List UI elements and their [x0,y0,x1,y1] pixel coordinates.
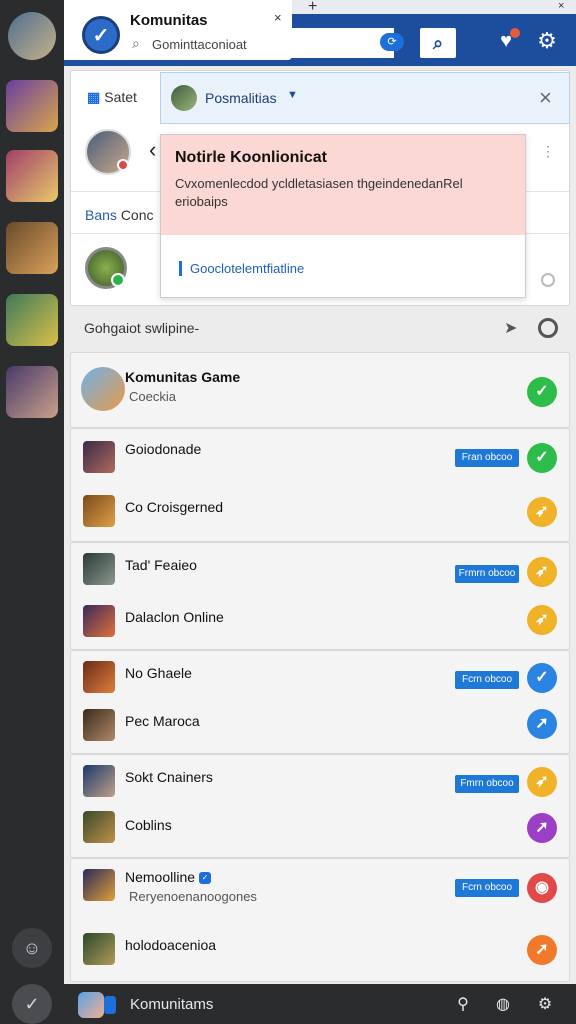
toggle-icon[interactable]: ⟳ [380,33,404,51]
status-icon[interactable]: ➚ [527,813,557,843]
notice-title: Notirle Koonlionicat [175,149,327,166]
list-item-icon [83,495,115,527]
bottom-badge [104,996,116,1014]
bans-label: Bans Conc [85,207,154,223]
new-tab-button[interactable]: + [308,0,317,16]
list-item-subtitle: Coeckia [129,389,176,404]
list-item-title[interactable]: Dalaclon Online [125,609,224,625]
bottom-avatar[interactable] [78,992,104,1018]
bottom-title: Komunitams [130,996,214,1013]
status-icon[interactable]: ➚ [527,935,557,965]
notification-dot [510,28,520,38]
radio-icon[interactable] [541,273,555,287]
online-badge [111,273,125,287]
list-group: Komunitas Game Coeckia ✓ [70,352,570,428]
location-icon[interactable]: ⚲ [452,994,474,1016]
window-close-button[interactable]: × [558,0,564,12]
tab-close-button[interactable]: × [274,10,282,25]
tab-strip [292,0,576,14]
back-chevron-icon[interactable]: ‹ [149,137,156,163]
status-badge: Fmrn obcoo [455,775,519,793]
dropdown-avatar [171,85,197,111]
list-group: No Ghaele Fcrn obcoo ✓ Pec Maroca ➚ [70,650,570,754]
search-input[interactable]: Gominttaconioat [152,37,247,52]
list-item-icon [83,765,115,797]
list-item-icon [83,605,115,637]
chevron-down-icon: ▼ [287,89,298,101]
list-group: Tad' Feaieo Frmrn obcoo ➶ Dalaclon Onlin… [70,542,570,650]
list-item-title[interactable]: Tad' Feaieo [125,557,197,573]
main-panel: ✓ Komunitas × + × ⌕ Gominttaconioat ⟳ ⌕ … [64,0,576,1024]
status-icon[interactable]: ➶ [527,767,557,797]
notice-link[interactable]: Gooclotelemtfiatline [179,261,304,276]
notice-body: Cvxomenlecdod ycldletasiasen thgeindened… [175,176,463,209]
status-badge: Frmrn obcoo [455,565,519,583]
rail-game-5[interactable] [6,366,58,418]
rail-game-4[interactable] [6,294,58,346]
pin-icon[interactable]: ➤ [504,318,517,338]
status-badge: Fran obcoo [455,449,519,467]
list-item-title[interactable]: Sokt Cnainers [125,769,213,785]
list-group: Sokt Cnainers Fmrn obcoo ➶ Coblins ➚ [70,754,570,858]
status-icon[interactable]: ➶ [527,497,557,527]
profile-status-badge [117,159,129,171]
list-item-title[interactable]: No Ghaele [125,665,192,681]
list-item-icon [83,661,115,693]
list-item-icon [83,553,115,585]
app-title: Komunitas [130,12,208,29]
globe-icon[interactable]: ◍ [492,994,514,1016]
list-item-icon [83,811,115,843]
list-item-title[interactable]: Coblins [125,817,172,833]
notice-popup: Notirle Koonlionicat Cvxomenlecdod ycldl… [160,134,526,298]
list-item-subtitle: Reryenoenanoogones [129,889,257,904]
list-item-icon [83,933,115,965]
list-item-title[interactable]: holodoacenioa [125,937,216,953]
bottom-bar: Komunitams ⚲ ◍ ⚙ [64,984,576,1024]
status-badge: Fcrn obcoo [455,879,519,897]
list-group: Nemoolline ✓ Reryenoenanoogones Fcrn obco… [70,858,570,982]
list-item-icon [83,441,115,473]
status-badge: Fcrn obcoo [455,671,519,689]
status-icon[interactable]: ➶ [527,557,557,587]
list-item-title[interactable]: Nemoolline ✓ [125,869,212,885]
gear-icon[interactable]: ⚙ [534,28,560,54]
left-rail: ☺ ✓ [0,0,64,1024]
list-item-title[interactable]: Komunitas Game [125,369,240,385]
app-logo-icon: ✓ [82,16,120,54]
status-icon[interactable]: ✓ [527,377,557,407]
rail-game-1[interactable] [6,80,58,132]
list-group: Goiodonade Fran obcoo ✓ Co Croisgerned ➶ [70,428,570,542]
rail-game-3[interactable] [6,222,58,274]
status-icon[interactable]: ◉ [527,873,557,903]
search-button[interactable]: ⌕ [420,28,456,58]
top-bar: ✓ Komunitas × + × ⌕ Gominttaconioat ⟳ ⌕ … [64,0,576,66]
list-item-icon [83,869,115,901]
list-item-title[interactable]: Goiodonade [125,441,201,457]
list-item-title[interactable]: Co Croisgerned [125,499,223,515]
section-title: Gohgaiot swlipine- [84,320,200,336]
rail-game-2[interactable] [6,150,58,202]
user-avatar-rail[interactable] [8,12,56,60]
list-item-avatar [81,367,125,411]
grid-icon: ▦ [87,89,101,105]
status-icon[interactable]: ✓ [527,443,557,473]
gear-icon[interactable]: ⚙ [534,994,556,1016]
status-icon[interactable]: ➶ [527,605,557,635]
status-icon[interactable]: ➚ [527,709,557,739]
close-icon[interactable]: × [539,85,552,111]
list-item-title[interactable]: Pec Maroca [125,713,200,729]
settings-icon[interactable] [538,318,558,338]
select-menu[interactable]: ▦ Satet [87,89,137,106]
chat-icon[interactable]: ☺ [12,928,52,968]
more-icon[interactable]: ⋮ [541,143,555,160]
list-item-icon [83,709,115,741]
verified-icon: ✓ [199,872,212,885]
search-icon: ⌕ [132,35,140,51]
check-icon[interactable]: ✓ [12,984,52,1024]
status-icon[interactable]: ✓ [527,663,557,693]
dropdown-header[interactable]: Posmalitias ▼ × [160,72,570,124]
dropdown-label: Posmalitias [205,90,277,106]
